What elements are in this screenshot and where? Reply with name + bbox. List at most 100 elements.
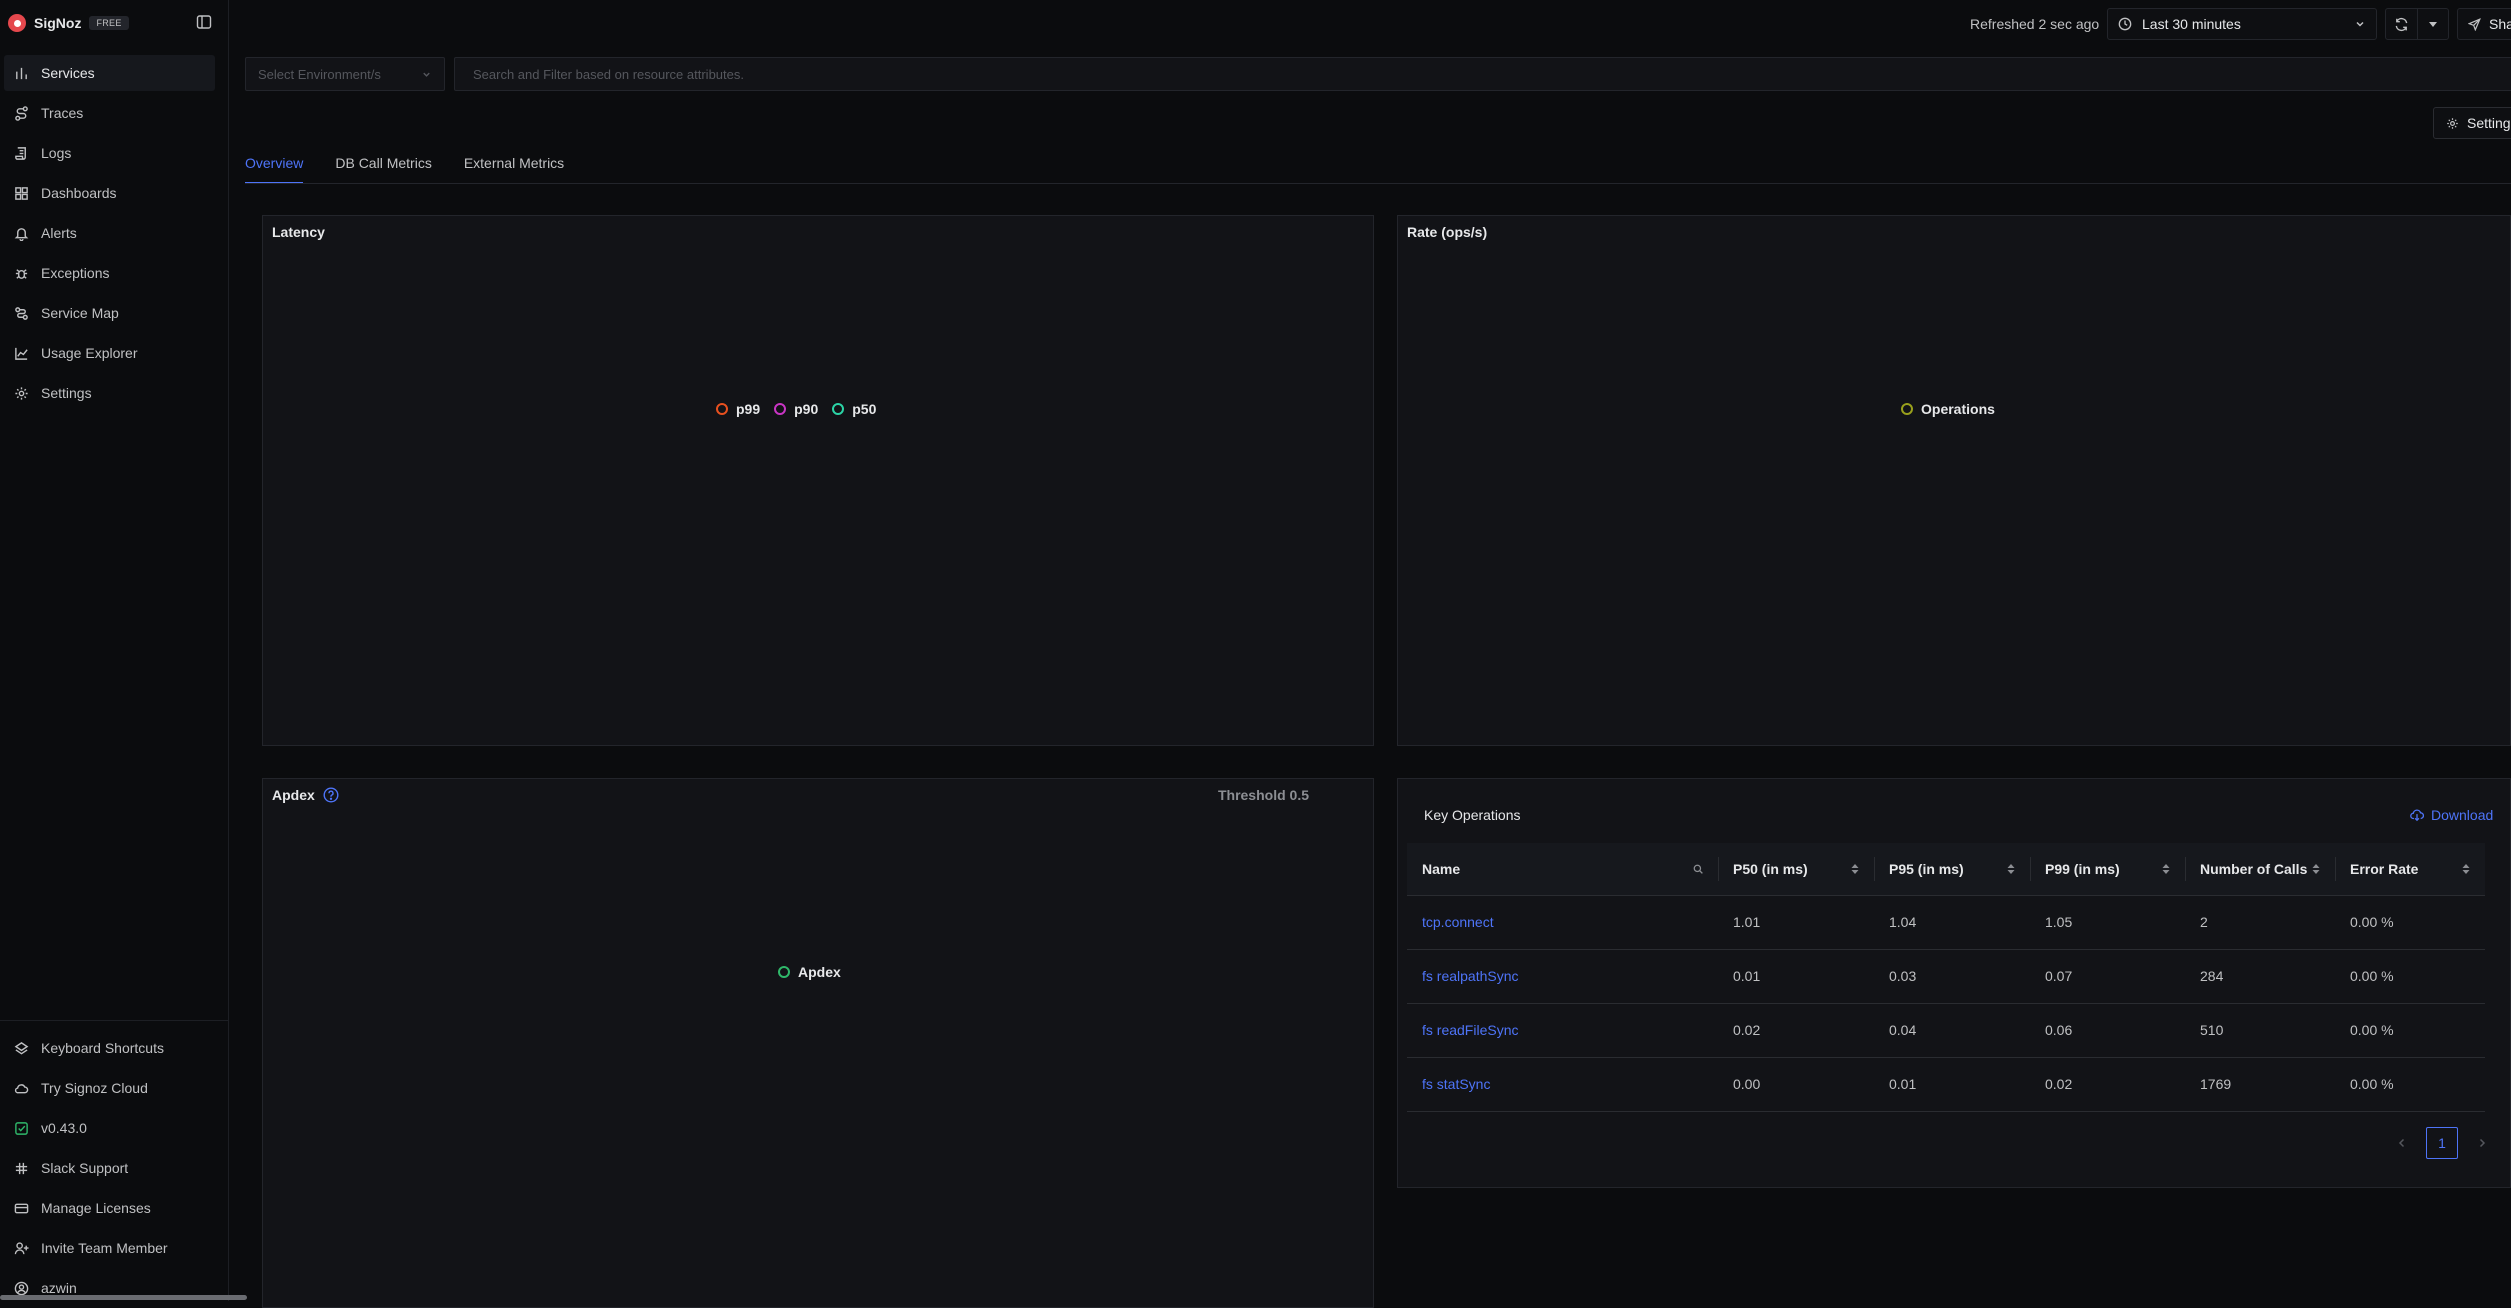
sort-icon xyxy=(1851,863,1859,875)
sidebar-item-alerts[interactable]: Alerts xyxy=(4,215,215,251)
key-operations-title: Key Operations xyxy=(1424,807,1521,823)
brand[interactable]: SigNoz FREE xyxy=(8,10,129,36)
legend-item-operations[interactable]: Operations xyxy=(1901,401,1995,417)
sidebar-item-invite-team[interactable]: Invite Team Member xyxy=(4,1230,215,1266)
rate-panel-title: Rate (ops/s) xyxy=(1407,224,1488,240)
next-page-icon[interactable] xyxy=(2468,1138,2496,1148)
refresh-button[interactable] xyxy=(2386,9,2417,39)
layout-grid-icon xyxy=(14,186,29,201)
cell-p50: 0.00 xyxy=(1718,1057,1874,1112)
column-header-p99[interactable]: P99 (in ms) xyxy=(2030,843,2185,896)
sidebar-item-service-map[interactable]: Service Map xyxy=(4,295,215,331)
collapse-sidebar-icon[interactable] xyxy=(196,14,212,30)
cell-p95: 0.04 xyxy=(1874,1003,2030,1058)
sidebar-item-dashboards[interactable]: Dashboards xyxy=(4,175,215,211)
cell-error-rate: 0.00 % xyxy=(2335,895,2485,950)
scroll-icon xyxy=(14,146,29,161)
cell-p50: 0.01 xyxy=(1718,949,1874,1004)
signoz-logo-icon xyxy=(8,14,26,32)
share-label: Share xyxy=(2489,16,2511,32)
sidebar-item-version[interactable]: v0.43.0 xyxy=(4,1110,215,1146)
sidebar-item-label: Try Signoz Cloud xyxy=(41,1080,148,1096)
sidebar-item-label: Services xyxy=(41,65,95,81)
sidebar-item-label: Logs xyxy=(41,145,72,161)
column-header-p95[interactable]: P95 (in ms) xyxy=(1874,843,2030,896)
cell-p99: 0.06 xyxy=(2030,1003,2185,1058)
sidebar: SigNoz FREE Services Traces Logs Dashboa… xyxy=(0,0,229,1301)
column-header-p50[interactable]: P50 (in ms) xyxy=(1718,843,1874,896)
operation-name-link[interactable]: fs statSync xyxy=(1407,1057,1718,1112)
user-plus-icon xyxy=(14,1241,29,1256)
resource-attribute-search-input[interactable] xyxy=(454,57,2511,91)
layers-icon xyxy=(14,1041,29,1056)
sidebar-scrollbar[interactable] xyxy=(0,1295,247,1300)
refresh-interval-dropdown[interactable] xyxy=(2417,9,2448,39)
rate-legend: Operations xyxy=(1901,401,1995,417)
legend-marker-icon xyxy=(778,966,790,978)
tab-external-metrics[interactable]: External Metrics xyxy=(464,152,564,184)
operation-name-link[interactable]: tcp.connect xyxy=(1407,895,1718,950)
help-circle-icon[interactable] xyxy=(323,787,339,803)
legend-item-p90[interactable]: p90 xyxy=(774,401,818,417)
apdex-threshold: Threshold 0.5 xyxy=(1217,787,1309,803)
settings-button[interactable]: Settings xyxy=(2433,107,2511,139)
sidebar-item-services[interactable]: Services xyxy=(4,55,215,91)
settings-label: Settings xyxy=(2467,115,2511,131)
sidebar-item-manage-licenses[interactable]: Manage Licenses xyxy=(4,1190,215,1226)
user-circle-icon xyxy=(14,1281,29,1296)
legend-marker-icon xyxy=(716,403,728,415)
column-header-name[interactable]: Name xyxy=(1407,843,1718,896)
cell-p99: 0.07 xyxy=(2030,949,2185,1004)
sidebar-item-try-cloud[interactable]: Try Signoz Cloud xyxy=(4,1070,215,1106)
bug-icon xyxy=(14,266,29,281)
cell-number-of-calls: 1769 xyxy=(2185,1057,2335,1112)
download-label: Download xyxy=(2431,807,2494,823)
page-number[interactable]: 1 xyxy=(2426,1127,2458,1159)
tab-bar: Overview DB Call Metrics External Metric… xyxy=(245,152,596,184)
table-row: tcp.connect 1.01 1.04 1.05 2 0.00 % xyxy=(1407,895,2485,950)
legend-item-p99[interactable]: p99 xyxy=(716,401,760,417)
check-square-icon xyxy=(14,1121,29,1136)
sort-icon xyxy=(2162,863,2170,875)
sidebar-item-label: Traces xyxy=(41,105,84,121)
cell-error-rate: 0.00 % xyxy=(2335,1057,2485,1112)
download-button[interactable]: Download xyxy=(2410,807,2493,823)
sidebar-item-logs[interactable]: Logs xyxy=(4,135,215,171)
operation-name-link[interactable]: fs readFileSync xyxy=(1407,1003,1718,1058)
credit-card-icon xyxy=(14,1201,29,1216)
tab-overview[interactable]: Overview xyxy=(245,152,304,184)
plan-badge: FREE xyxy=(89,16,129,30)
environment-select[interactable]: Select Environment/s xyxy=(245,57,445,91)
sidebar-item-exceptions[interactable]: Exceptions xyxy=(4,255,215,291)
legend-item-apdex[interactable]: Apdex xyxy=(778,964,841,980)
refresh-icon xyxy=(2394,17,2409,32)
sort-icon xyxy=(2312,863,2320,875)
time-range-value: Last 30 minutes xyxy=(2142,16,2241,32)
column-search-icon[interactable] xyxy=(1693,864,1703,874)
table-row: fs readFileSync 0.02 0.04 0.06 510 0.00 … xyxy=(1407,1003,2485,1058)
sidebar-item-usage-explorer[interactable]: Usage Explorer xyxy=(4,335,215,371)
sidebar-item-label: Usage Explorer xyxy=(41,345,138,361)
sidebar-item-traces[interactable]: Traces xyxy=(4,95,215,131)
refresh-button-group xyxy=(2385,8,2449,40)
sidebar-item-label: azwin xyxy=(41,1280,77,1296)
sidebar-item-label: Manage Licenses xyxy=(41,1200,151,1216)
column-header-error-rate[interactable]: Error Rate xyxy=(2335,843,2485,896)
column-header-number-of-calls[interactable]: Number of Calls xyxy=(2185,843,2335,896)
column-header-label: Error Rate xyxy=(2350,860,2419,877)
prev-page-icon[interactable] xyxy=(2388,1138,2416,1148)
sidebar-item-label: Dashboards xyxy=(41,185,117,201)
sort-icon xyxy=(2007,863,2015,875)
cell-p99: 0.02 xyxy=(2030,1057,2185,1112)
operation-name-link[interactable]: fs realpathSync xyxy=(1407,949,1718,1004)
sidebar-item-slack-support[interactable]: Slack Support xyxy=(4,1150,215,1186)
time-range-picker[interactable]: Last 30 minutes xyxy=(2107,8,2377,40)
sidebar-item-label: Slack Support xyxy=(41,1160,129,1176)
apdex-panel: Apdex Threshold 0.5 Apdex xyxy=(262,778,1374,1308)
tab-db-call-metrics[interactable]: DB Call Metrics xyxy=(335,152,431,184)
legend-item-p50[interactable]: p50 xyxy=(832,401,876,417)
legend-marker-icon xyxy=(832,403,845,415)
sidebar-item-keyboard-shortcuts[interactable]: Keyboard Shortcuts xyxy=(4,1030,215,1066)
share-button[interactable]: Share xyxy=(2457,8,2511,40)
sidebar-item-settings[interactable]: Settings xyxy=(4,375,215,411)
